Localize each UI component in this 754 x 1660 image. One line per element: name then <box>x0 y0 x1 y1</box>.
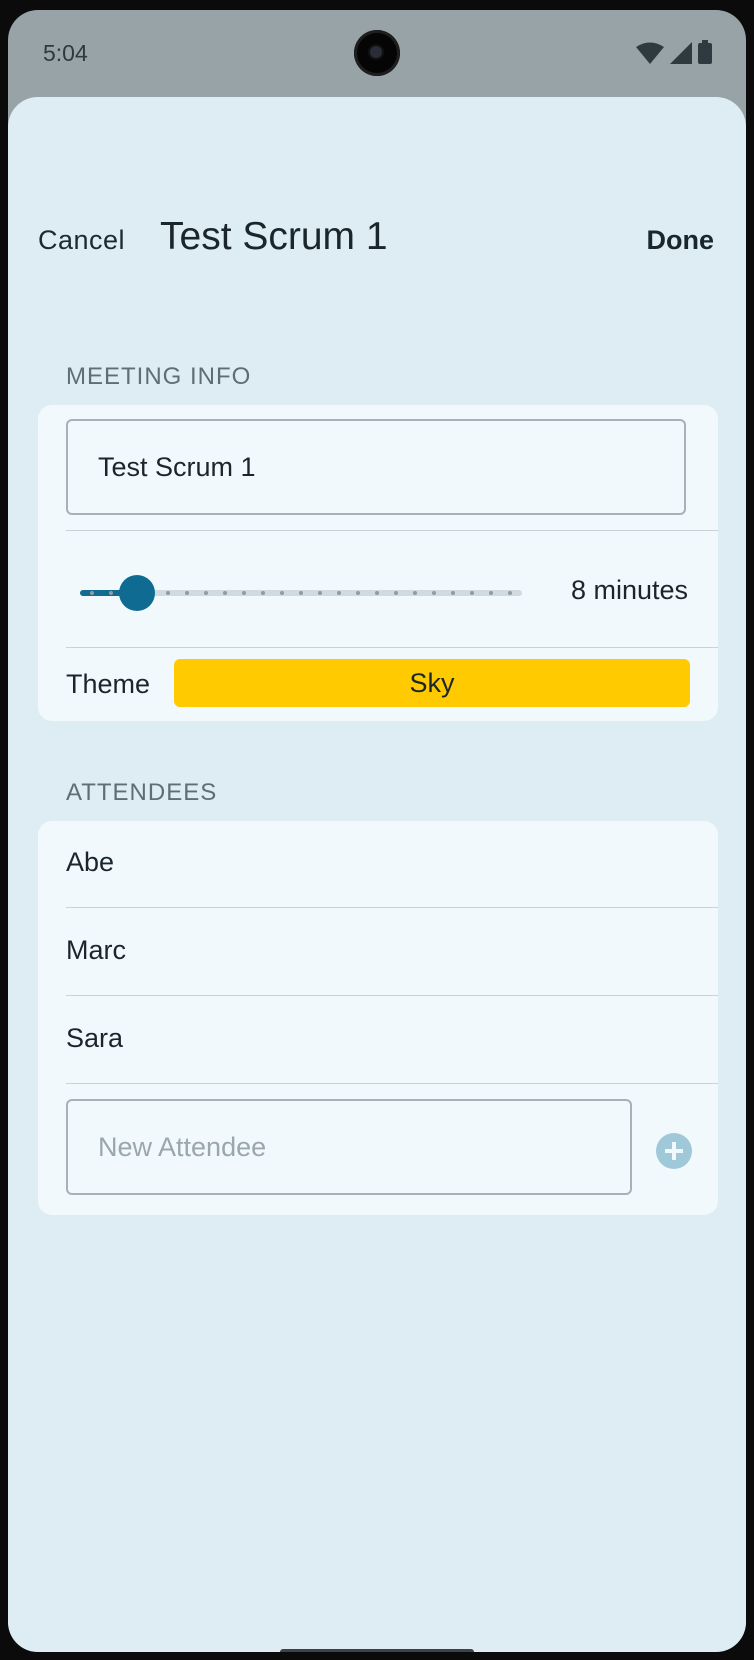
slider-tick <box>413 591 417 595</box>
divider <box>66 995 718 996</box>
slider-tick <box>356 591 360 595</box>
done-button[interactable]: Done <box>647 225 715 256</box>
slider-tick <box>166 591 170 595</box>
slider-tick <box>508 591 512 595</box>
phone-screen: 5:04 Cancel Test Scrum 1 Done MEETING IN… <box>8 10 746 1652</box>
length-value: 8 minutes <box>570 575 688 605</box>
list-item[interactable]: Marc <box>66 935 126 966</box>
edit-sheet: Cancel Test Scrum 1 Done MEETING INFO 8 … <box>8 97 746 1652</box>
length-slider-thumb[interactable] <box>119 575 155 611</box>
new-attendee-input[interactable] <box>96 1130 630 1164</box>
slider-tick <box>109 591 113 595</box>
list-item[interactable]: Abe <box>66 847 114 878</box>
home-indicator[interactable] <box>280 1649 474 1652</box>
slider-tick <box>90 591 94 595</box>
page-title: Test Scrum 1 <box>160 215 388 258</box>
slider-tick <box>299 591 303 595</box>
list-item[interactable]: Sara <box>66 1023 123 1054</box>
meeting-info-card: 8 minutes Theme Sky <box>38 405 718 721</box>
slider-tick <box>280 591 284 595</box>
slider-tick <box>432 591 436 595</box>
slider-tick <box>185 591 189 595</box>
front-camera <box>354 30 400 76</box>
slider-tick <box>223 591 227 595</box>
slider-tick <box>470 591 474 595</box>
slider-tick <box>261 591 265 595</box>
new-attendee-field[interactable] <box>66 1099 632 1195</box>
wifi-icon <box>636 42 664 64</box>
battery-icon <box>698 40 712 64</box>
slider-tick <box>451 591 455 595</box>
slider-tick <box>242 591 246 595</box>
theme-value: Sky <box>409 667 455 698</box>
divider <box>66 530 718 531</box>
cell-signal-icon <box>670 42 692 64</box>
attendees-header: ATTENDEES <box>66 779 218 806</box>
title-input[interactable] <box>96 450 684 484</box>
plus-circle-icon[interactable] <box>656 1133 692 1169</box>
attendees-card: Abe Marc Sara <box>38 821 718 1215</box>
status-icons <box>636 40 712 64</box>
theme-picker[interactable]: Sky <box>174 659 690 707</box>
slider-tick <box>318 591 322 595</box>
divider <box>66 907 718 908</box>
slider-tick <box>375 591 379 595</box>
slider-tick <box>394 591 398 595</box>
cancel-button[interactable]: Cancel <box>38 225 125 256</box>
slider-tick <box>204 591 208 595</box>
status-bar: 5:04 <box>8 10 746 98</box>
divider <box>66 647 718 648</box>
slider-tick <box>489 591 493 595</box>
status-time: 5:04 <box>43 40 88 66</box>
title-field[interactable] <box>66 419 686 515</box>
meeting-info-header: MEETING INFO <box>66 363 252 390</box>
divider <box>66 1083 718 1084</box>
theme-label: Theme <box>66 669 151 699</box>
slider-tick <box>337 591 341 595</box>
